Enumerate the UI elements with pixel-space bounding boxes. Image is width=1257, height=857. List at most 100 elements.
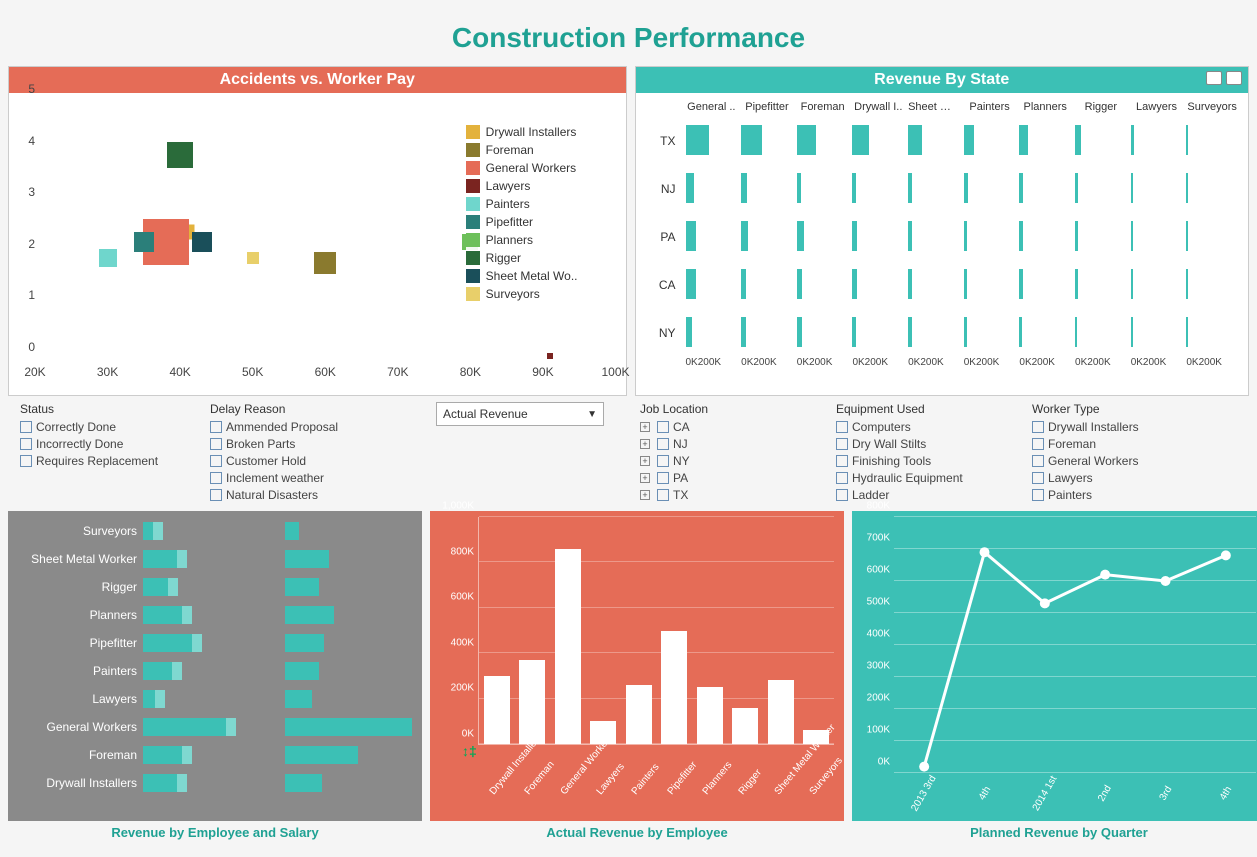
state-cell[interactable]	[739, 221, 795, 253]
state-col-header[interactable]: Sheet Me..	[906, 101, 962, 113]
state-cell[interactable]	[1129, 125, 1185, 157]
checkbox[interactable]	[210, 438, 222, 450]
filter-item[interactable]: +NY	[640, 454, 836, 468]
checkbox[interactable]	[836, 472, 848, 484]
hbar-row[interactable]: General Workers	[8, 713, 412, 741]
checkbox[interactable]	[836, 455, 848, 467]
state-col-header[interactable]: Pipefitter	[739, 101, 795, 113]
state-col-header[interactable]: Surveyors	[1184, 101, 1240, 113]
state-cell[interactable]	[906, 125, 962, 157]
legend-item[interactable]: Pipefitter	[466, 213, 578, 231]
state-cell[interactable]	[1184, 125, 1240, 157]
state-cell[interactable]	[1073, 173, 1129, 205]
state-cell[interactable]	[1073, 125, 1129, 157]
scatter-point[interactable]	[314, 252, 336, 274]
filter-item[interactable]: Foreman	[1032, 437, 1228, 451]
vbar[interactable]	[732, 708, 758, 744]
state-cell[interactable]	[684, 269, 740, 301]
checkbox[interactable]	[210, 489, 222, 501]
actual-revenue-employee-panel[interactable]: 0K200K400K600K800K1,000K Drywall Install…	[430, 511, 844, 821]
filter-item[interactable]: Incorrectly Done	[20, 437, 210, 451]
hbar-row[interactable]: Painters	[8, 657, 412, 685]
state-cell[interactable]	[962, 221, 1018, 253]
legend-item[interactable]: Planners	[466, 231, 578, 249]
state-cell[interactable]	[1017, 317, 1073, 349]
checkbox[interactable]	[1032, 489, 1044, 501]
line-point[interactable]	[980, 547, 990, 557]
checkbox[interactable]	[836, 438, 848, 450]
vbar[interactable]	[519, 660, 545, 744]
expand-icon[interactable]: +	[640, 490, 650, 500]
state-cell[interactable]	[795, 125, 851, 157]
hbar-row[interactable]: Pipefitter	[8, 629, 412, 657]
checkbox[interactable]	[1032, 438, 1044, 450]
legend-item[interactable]: Surveyors	[466, 285, 578, 303]
state-cell[interactable]	[1017, 125, 1073, 157]
checkbox[interactable]	[657, 421, 669, 433]
checkbox[interactable]	[20, 455, 32, 467]
state-cell[interactable]	[1073, 221, 1129, 253]
checkbox[interactable]	[836, 421, 848, 433]
legend-item[interactable]: Painters	[466, 195, 578, 213]
maximize-icon[interactable]	[1226, 71, 1242, 85]
filter-item[interactable]: +TX	[640, 488, 836, 502]
state-cell[interactable]	[739, 125, 795, 157]
state-col-header[interactable]: Lawyers	[1129, 101, 1185, 113]
state-cell[interactable]	[906, 221, 962, 253]
hbar-row[interactable]: Lawyers	[8, 685, 412, 713]
state-cell[interactable]	[850, 317, 906, 349]
sort-icon[interactable]: ↕‡	[462, 743, 477, 759]
expand-icon[interactable]: +	[640, 439, 650, 449]
state-cell[interactable]	[1017, 221, 1073, 253]
checkbox[interactable]	[210, 421, 222, 433]
state-cell[interactable]	[1184, 317, 1240, 349]
vbar[interactable]	[768, 680, 794, 744]
state-cell[interactable]	[1017, 269, 1073, 301]
state-cell[interactable]	[850, 125, 906, 157]
filter-item[interactable]: Requires Replacement	[20, 454, 210, 468]
filter-item[interactable]: General Workers	[1032, 454, 1228, 468]
state-cell[interactable]	[1073, 269, 1129, 301]
expand-icon[interactable]: +	[640, 473, 650, 483]
state-cell[interactable]	[1184, 221, 1240, 253]
state-cell[interactable]	[962, 173, 1018, 205]
scatter-point[interactable]	[134, 232, 154, 252]
checkbox[interactable]	[836, 489, 848, 501]
checkbox[interactable]	[20, 421, 32, 433]
state-col-header[interactable]: General ..	[684, 101, 740, 113]
line-point[interactable]	[1221, 550, 1231, 560]
checkbox[interactable]	[657, 472, 669, 484]
legend-item[interactable]: Foreman	[466, 141, 578, 159]
state-col-header[interactable]: Painters	[962, 101, 1018, 113]
state-cell[interactable]	[850, 269, 906, 301]
hbar-row[interactable]: Rigger	[8, 573, 412, 601]
filter-item[interactable]: Hydraulic Equipment	[836, 471, 1032, 485]
state-cell[interactable]	[1129, 221, 1185, 253]
state-cell[interactable]	[962, 317, 1018, 349]
checkbox[interactable]	[210, 472, 222, 484]
checkbox[interactable]	[657, 489, 669, 501]
checkbox[interactable]	[657, 455, 669, 467]
state-col-header[interactable]: Foreman	[795, 101, 851, 113]
state-cell[interactable]	[1129, 317, 1185, 349]
state-cell[interactable]	[684, 173, 740, 205]
legend-item[interactable]: Lawyers	[466, 177, 578, 195]
checkbox[interactable]	[20, 438, 32, 450]
legend-item[interactable]: Sheet Metal Wo..	[466, 267, 578, 285]
state-cell[interactable]	[739, 269, 795, 301]
state-cell[interactable]	[1129, 269, 1185, 301]
checkbox[interactable]	[1032, 421, 1044, 433]
filter-item[interactable]: Computers	[836, 420, 1032, 434]
filter-icon[interactable]	[1206, 71, 1222, 85]
state-cell[interactable]	[962, 125, 1018, 157]
filter-item[interactable]: Ammended Proposal	[210, 420, 436, 434]
checkbox[interactable]	[657, 438, 669, 450]
scatter-point[interactable]	[167, 142, 193, 168]
vbar[interactable]	[661, 631, 687, 745]
vbar[interactable]	[484, 676, 510, 744]
filter-item[interactable]: Customer Hold	[210, 454, 436, 468]
state-cell[interactable]	[1129, 173, 1185, 205]
line-point[interactable]	[1161, 576, 1171, 586]
filter-item[interactable]: +PA	[640, 471, 836, 485]
state-cell[interactable]	[684, 317, 740, 349]
